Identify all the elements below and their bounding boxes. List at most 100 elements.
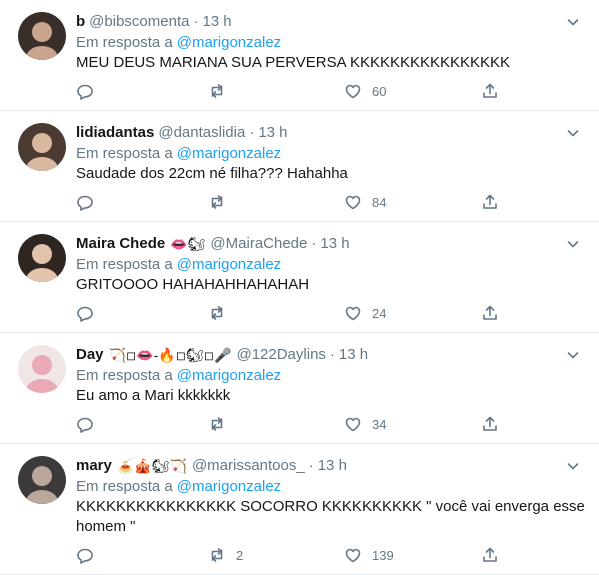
retweet-button[interactable] (208, 81, 226, 101)
name-emoji: 🍝🎪🐿🏹 (116, 458, 187, 474)
replying-to-link[interactable]: @marigonzalez (177, 34, 281, 51)
like-icon (345, 417, 361, 432)
like-count: 24 (372, 305, 387, 321)
share-button[interactable] (481, 545, 499, 565)
replying-to: Em resposta a @marigonzalez (76, 255, 281, 275)
like-button[interactable]: 34 (344, 414, 386, 434)
timestamp[interactable]: 13 h (202, 12, 231, 32)
share-icon (483, 194, 497, 209)
tweet-text: MEU DEUS MARIANA SUA PERVERSA KKKKKKKKKK… (76, 54, 511, 71)
tweet[interactable]: Maira Chede 👄🐿 @MairaChede · 13 h Em resposta… (0, 222, 599, 333)
replying-to: Em resposta a @marigonzalez (76, 144, 281, 164)
like-count: 84 (372, 194, 387, 210)
share-button[interactable] (481, 303, 499, 323)
retweet-icon (211, 306, 223, 320)
avatar[interactable] (18, 12, 66, 60)
like-button[interactable]: 60 (344, 81, 386, 101)
tweet[interactable]: mary 🍝🎪🐿🏹 @marissantoos_ · 13 h Em resposta a… (0, 444, 599, 575)
share-button[interactable] (481, 81, 499, 101)
replying-to-link[interactable]: @marigonzalez (177, 478, 281, 495)
more-options-button[interactable] (565, 347, 581, 363)
replying-to-link[interactable]: @marigonzalez (177, 367, 281, 384)
tweet-header: lidiadantas @dantaslidia · 13 h (76, 123, 288, 143)
replying-prefix: Em resposta a (76, 145, 173, 162)
reply-icon (77, 84, 93, 100)
avatar[interactable] (18, 234, 66, 282)
retweet-icon (211, 417, 223, 431)
share-icon (483, 416, 497, 431)
chevron-down-icon (567, 241, 579, 248)
display-name[interactable]: lidiadantas (76, 123, 154, 143)
retweet-count: 2 (236, 547, 244, 563)
tweet-header: mary 🍝🎪🐿🏹 @marissantoos_ · 13 h (76, 456, 347, 476)
like-button[interactable]: 139 (344, 545, 394, 565)
retweet-icon (211, 84, 223, 98)
username[interactable]: @bibscomenta (89, 12, 189, 32)
replying-to-link[interactable]: @marigonzalez (177, 145, 281, 162)
avatar[interactable] (18, 456, 66, 504)
reply-button[interactable] (76, 303, 94, 323)
reply-button[interactable] (76, 414, 94, 434)
share-icon (483, 547, 497, 562)
separator-dot: · (193, 13, 199, 30)
chevron-down-icon (567, 19, 579, 26)
reply-button[interactable] (76, 81, 94, 101)
replying-to: Em resposta a @marigonzalez (76, 33, 281, 53)
like-icon (345, 84, 361, 99)
timestamp[interactable]: 13 h (318, 456, 347, 476)
like-count: 60 (372, 83, 387, 99)
name-emoji: 🏹◽👄-🔥◽🐿◽🎤 (108, 347, 232, 363)
tweet-header: Maira Chede 👄🐿 @MairaChede · 13 h (76, 234, 350, 254)
retweet-button[interactable] (208, 192, 226, 212)
like-icon (345, 306, 361, 321)
retweet-button[interactable] (208, 303, 226, 323)
retweet-icon (211, 548, 223, 562)
reply-icon (77, 548, 93, 564)
share-button[interactable] (481, 192, 499, 212)
display-name[interactable]: Maira Chede (76, 234, 165, 254)
like-count: 139 (372, 547, 394, 563)
display-name[interactable]: mary (76, 456, 112, 476)
username[interactable]: @122Daylins (236, 345, 325, 365)
reply-icon (77, 417, 93, 433)
retweet-icon (211, 195, 223, 209)
replying-to-link[interactable]: @marigonzalez (177, 256, 281, 273)
like-button[interactable]: 84 (344, 192, 386, 212)
replying-prefix: Em resposta a (76, 256, 173, 273)
timestamp[interactable]: 13 h (258, 123, 287, 143)
like-button[interactable]: 24 (344, 303, 386, 323)
like-count: 34 (372, 416, 387, 432)
tweet[interactable]: lidiadantas @dantaslidia · 13 h Em resposta … (0, 111, 599, 222)
tweet-text: KKKKKKKKKKKKKKKK SOCORRO KKKKKKKKKK " vo… (76, 498, 585, 535)
username[interactable]: @marissantoos_ (192, 456, 305, 476)
display-name[interactable]: Day (76, 345, 104, 365)
more-options-button[interactable] (565, 236, 581, 252)
username[interactable]: @dantaslidia (158, 123, 245, 143)
tweet[interactable]: b @bibscomenta · 13 h Em resposta a @marigonz… (0, 0, 599, 111)
tweet[interactable]: Day 🏹◽👄-🔥◽🐿◽🎤 @122Daylins · 13 h Em resposta … (0, 333, 599, 444)
timestamp[interactable]: 13 h (320, 234, 349, 254)
reply-button[interactable] (76, 545, 94, 565)
replying-prefix: Em resposta a (76, 367, 173, 384)
timestamp[interactable]: 13 h (339, 345, 368, 365)
display-name[interactable]: b (76, 12, 85, 32)
more-options-button[interactable] (565, 125, 581, 141)
more-options-button[interactable] (565, 458, 581, 474)
tweet-actions: 84 (76, 192, 499, 212)
replying-to: Em resposta a @marigonzalez (76, 477, 281, 497)
like-icon (345, 548, 361, 563)
retweet-button[interactable] (208, 414, 226, 434)
tweet-actions: 24 (76, 303, 499, 323)
share-button[interactable] (481, 414, 499, 434)
chevron-down-icon (567, 352, 579, 359)
replying-prefix: Em resposta a (76, 34, 173, 51)
retweet-button[interactable]: 2 (208, 545, 243, 565)
more-options-button[interactable] (565, 14, 581, 30)
username[interactable]: @MairaChede (210, 234, 307, 254)
tweet-actions: 34 (76, 414, 499, 434)
reply-button[interactable] (76, 192, 94, 212)
tweet-text: GRITOOOO HAHAHAHHAHAHAH (76, 276, 310, 293)
avatar[interactable] (18, 123, 66, 171)
avatar[interactable] (18, 345, 66, 393)
share-icon (483, 83, 497, 98)
